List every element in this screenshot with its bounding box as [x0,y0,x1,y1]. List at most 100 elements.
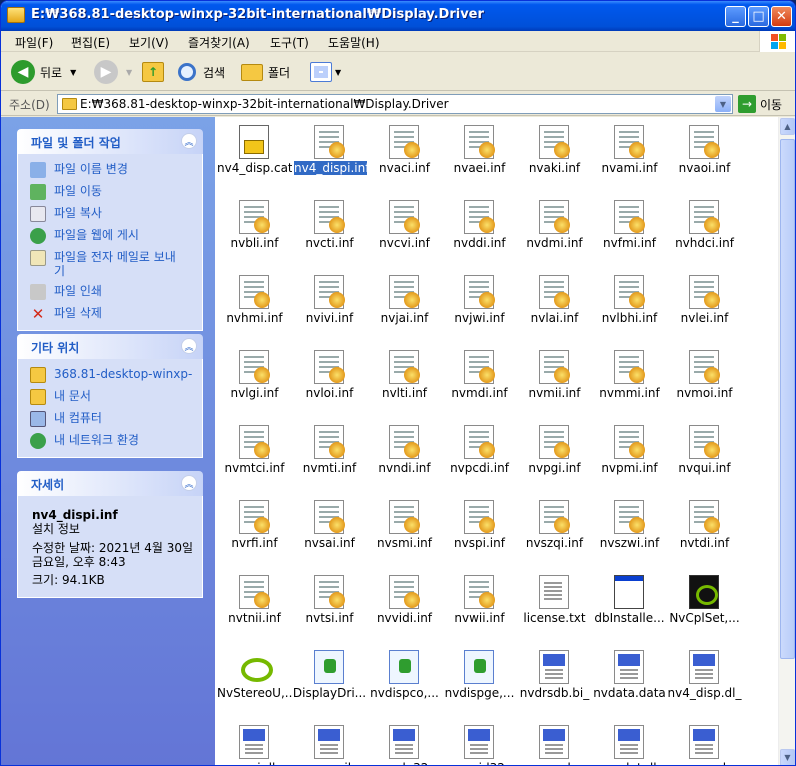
scroll-down-button[interactable]: ▼ [780,749,795,765]
other-places-header[interactable]: 기타 위치 ︽ [17,334,203,359]
menu-tools[interactable]: 도구(T) [270,34,309,51]
task-rename[interactable]: 파일 이름 변경 [30,162,194,178]
file-item[interactable]: nvdata.data [592,646,667,721]
close-button[interactable]: ✕ [771,6,792,27]
file-item[interactable]: nvmmi.inf [592,346,667,421]
file-item[interactable]: nvfmi.inf [592,196,667,271]
file-tasks-header[interactable]: 파일 및 폴더 작업 ︽ [17,129,203,154]
address-dropdown-button[interactable]: ▼ [715,96,731,112]
forward-button[interactable]: ▶ ▼ [94,59,132,85]
file-item[interactable]: nvivi.inf [292,271,367,346]
collapse-chevron-icon[interactable]: ︽ [181,338,197,354]
file-item[interactable]: nvmoi.inf [667,346,742,421]
task-email[interactable]: 파일을 전자 메일로 보내기 [30,250,194,278]
file-item[interactable]: nvlgi.inf [217,346,292,421]
menu-edit[interactable]: 편집(E) [71,34,110,51]
file-item[interactable]: nvopencl... [667,721,742,765]
file-item[interactable]: nvencode... [517,721,592,765]
file-item[interactable]: nvlbhi.inf [592,271,667,346]
address-input[interactable]: E:₩368.81-desktop-winxp-32bit-internatio… [57,94,733,114]
file-item[interactable]: nvpgi.inf [517,421,592,496]
menu-file[interactable]: 파일(F) [15,34,53,51]
file-item[interactable]: nvndi.inf [367,421,442,496]
file-item[interactable]: nvaoi.inf [667,121,742,196]
file-item[interactable]: dbInstalle... [592,571,667,646]
file-item[interactable]: nvhmi.inf [217,271,292,346]
task-copy[interactable]: 파일 복사 [30,206,194,222]
file-item[interactable]: nvszqi.inf [517,496,592,571]
file-item[interactable]: nvmtci.inf [217,421,292,496]
maximize-button[interactable]: □ [748,6,769,27]
file-item[interactable]: NvStereoU,... [217,646,292,721]
file-list-view[interactable]: nv4_disp.cat nv4_dispi.inf nvaci.inf nvaei.… [215,117,778,765]
file-item[interactable]: nvmti.inf [292,421,367,496]
file-item[interactable]: nvlei.inf [667,271,742,346]
file-item[interactable]: nvmii.inf [517,346,592,421]
file-item[interactable]: nvcti.inf [292,196,367,271]
file-item[interactable]: nvlti.inf [367,346,442,421]
details-header[interactable]: 자세히 ︽ [17,471,203,496]
file-item[interactable]: nvpcdi.inf [442,421,517,496]
scroll-thumb[interactable] [780,139,795,659]
file-item[interactable]: license.txt [517,571,592,646]
folders-button[interactable]: 폴더 [241,59,290,85]
file-item[interactable]: nvsai.inf [292,496,367,571]
file-item[interactable]: nv4_dispi.inf [292,121,367,196]
file-item[interactable]: nvcvi.inf [367,196,442,271]
file-item[interactable]: nvdispge,... [442,646,517,721]
file-item[interactable]: nvjwi.inf [442,271,517,346]
file-item[interactable]: nvaci.inf [367,121,442,196]
file-item[interactable]: nvaki.inf [517,121,592,196]
file-item[interactable]: nvapi.dl_ [217,721,292,765]
file-item[interactable]: nvdispco,... [367,646,442,721]
file-item[interactable]: nvoglnt.dl_ [592,721,667,765]
back-button[interactable]: ◀ 뒤로 ▼ [11,59,76,85]
file-item[interactable]: nvhdci.inf [667,196,742,271]
go-button[interactable]: → 이동 [738,95,782,113]
file-item[interactable]: nvjai.inf [367,271,442,346]
file-item[interactable]: nvdmi.inf [517,196,592,271]
file-item[interactable]: nvcuvid32... [442,721,517,765]
file-item[interactable]: nv4_disp.dl_ [667,646,742,721]
file-item[interactable]: nvbli.inf [217,196,292,271]
collapse-chevron-icon[interactable]: ︽ [181,475,197,491]
views-button[interactable]: ▼ [310,59,341,85]
file-item[interactable]: nvaei.inf [442,121,517,196]
file-item[interactable]: nvlai.inf [517,271,592,346]
place-my-documents[interactable]: 내 문서 [30,389,194,405]
file-item[interactable]: nv4_disp.cat [217,121,292,196]
task-move[interactable]: 파일 이동 [30,184,194,200]
file-item[interactable]: nvtnii.inf [217,571,292,646]
file-item[interactable]: nvloi.inf [292,346,367,421]
task-print[interactable]: 파일 인쇄 [30,284,194,300]
file-item[interactable]: NvCplSet,... [667,571,742,646]
place-my-computer[interactable]: 내 컴퓨터 [30,411,194,427]
file-item[interactable]: nvtdi.inf [667,496,742,571]
file-item[interactable]: nvami.inf [592,121,667,196]
file-item[interactable]: nvwii.inf [442,571,517,646]
file-item[interactable]: DisplayDri... [292,646,367,721]
file-item[interactable]: nvddi.inf [442,196,517,271]
menu-help[interactable]: 도움말(H) [328,34,380,51]
file-item[interactable]: nvrfi.inf [217,496,292,571]
file-item[interactable]: nvvidi.inf [367,571,442,646]
title-bar[interactable]: E:₩368.81-desktop-winxp-32bit-internatio… [1,1,795,31]
file-item[interactable]: nvtsi.inf [292,571,367,646]
place-parent-folder[interactable]: 368.81-desktop-winxp- [30,367,194,383]
task-publish-web[interactable]: 파일을 웹에 게시 [30,228,194,244]
vertical-scrollbar[interactable]: ▲ ▼ [778,117,795,765]
minimize-button[interactable]: _ [725,6,746,27]
menu-favorites[interactable]: 즐겨찾기(A) [188,34,250,51]
file-item[interactable]: nvqui.inf [667,421,742,496]
file-item[interactable]: nvspi.inf [442,496,517,571]
file-item[interactable]: nvcompil... [292,721,367,765]
file-item[interactable]: nvcuda32... [367,721,442,765]
file-item[interactable]: nvmdi.inf [442,346,517,421]
file-item[interactable]: nvsmi.inf [367,496,442,571]
file-item[interactable]: nvpmi.inf [592,421,667,496]
place-network[interactable]: 내 네트워크 환경 [30,433,194,449]
scroll-up-button[interactable]: ▲ [780,118,795,135]
collapse-chevron-icon[interactable]: ︽ [181,133,197,149]
file-item[interactable]: nvszwi.inf [592,496,667,571]
file-item[interactable]: nvdrsdb.bi_ [517,646,592,721]
